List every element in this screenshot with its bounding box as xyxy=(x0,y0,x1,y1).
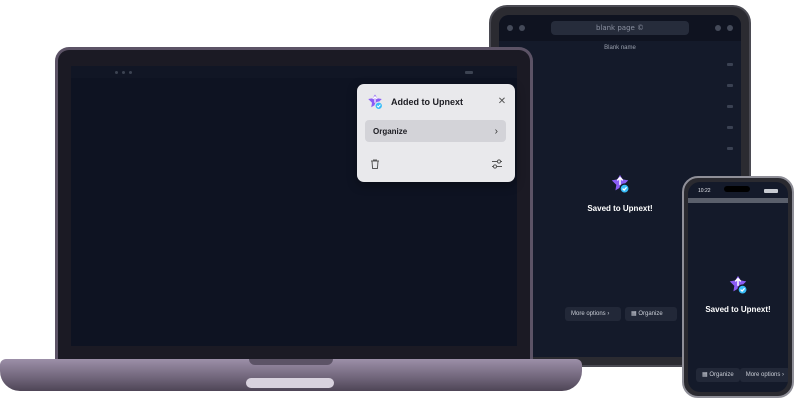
sheet-handle[interactable] xyxy=(688,198,788,203)
share-icon[interactable] xyxy=(715,25,721,31)
popup-footer xyxy=(369,157,503,171)
window-control-icon[interactable] xyxy=(115,70,118,74)
side-tool-icon[interactable] xyxy=(727,84,733,87)
popup-title: Added to Upnext xyxy=(391,97,463,107)
saved-message: Saved to Upnext! xyxy=(705,305,771,314)
phone-action-bar: ▦ Organize More options › xyxy=(696,368,788,382)
popup-header: Added to Upnext ✕ xyxy=(366,93,507,111)
side-tool-icon[interactable] xyxy=(727,147,733,150)
extension-icon[interactable] xyxy=(465,70,473,74)
organize-label: Organize xyxy=(709,372,734,378)
upnext-logo-icon xyxy=(729,275,748,295)
tablet-browser-toolbar: blank page © xyxy=(499,15,741,41)
organize-button[interactable]: ▦ Organize xyxy=(625,307,677,321)
close-icon[interactable]: ✕ xyxy=(497,97,507,107)
forward-icon[interactable] xyxy=(519,25,525,31)
upnext-popup: Added to Upnext ✕ Organize › xyxy=(357,84,515,182)
chevron-right-icon: › xyxy=(494,125,498,137)
address-bar[interactable]: blank page © xyxy=(551,21,689,35)
laptop-trackpad-edge xyxy=(246,378,334,388)
saved-confirmation: Saved to Upnext! xyxy=(688,274,788,314)
more-options-button[interactable]: More options › xyxy=(565,307,621,321)
side-tool-icon[interactable] xyxy=(727,126,733,129)
more-options-button[interactable]: More options › xyxy=(739,368,788,382)
organize-button[interactable]: ▦ Organize xyxy=(696,368,740,382)
browser-toolbar xyxy=(71,66,517,78)
sliders-icon[interactable] xyxy=(491,158,503,170)
upnext-logo-icon xyxy=(368,94,384,111)
tablet-action-bar: More options › ▦ Organize xyxy=(565,307,677,321)
back-icon[interactable] xyxy=(507,25,513,31)
organize-label: Organize xyxy=(638,311,663,317)
window-control-icon[interactable] xyxy=(129,70,132,74)
trash-icon[interactable] xyxy=(369,158,381,170)
window-control-icon[interactable] xyxy=(122,70,125,74)
upnext-logo-icon xyxy=(611,174,630,194)
side-tool-icon[interactable] xyxy=(727,105,733,108)
tabs-icon[interactable] xyxy=(727,25,733,31)
battery-icon xyxy=(764,189,778,193)
phone-device: 10:22 Saved to Upnext! ▦ Organize More o… xyxy=(682,176,794,398)
laptop-hinge xyxy=(249,359,333,365)
side-tool-icon[interactable] xyxy=(727,63,733,66)
organize-button[interactable]: Organize › xyxy=(365,120,506,142)
phone-screen: 10:22 Saved to Upnext! ▦ Organize More o… xyxy=(688,182,788,392)
status-time: 10:22 xyxy=(698,188,711,194)
organize-label: Organize xyxy=(373,126,408,136)
tab-strip[interactable]: Blank name xyxy=(499,41,741,55)
dynamic-island xyxy=(724,186,750,192)
